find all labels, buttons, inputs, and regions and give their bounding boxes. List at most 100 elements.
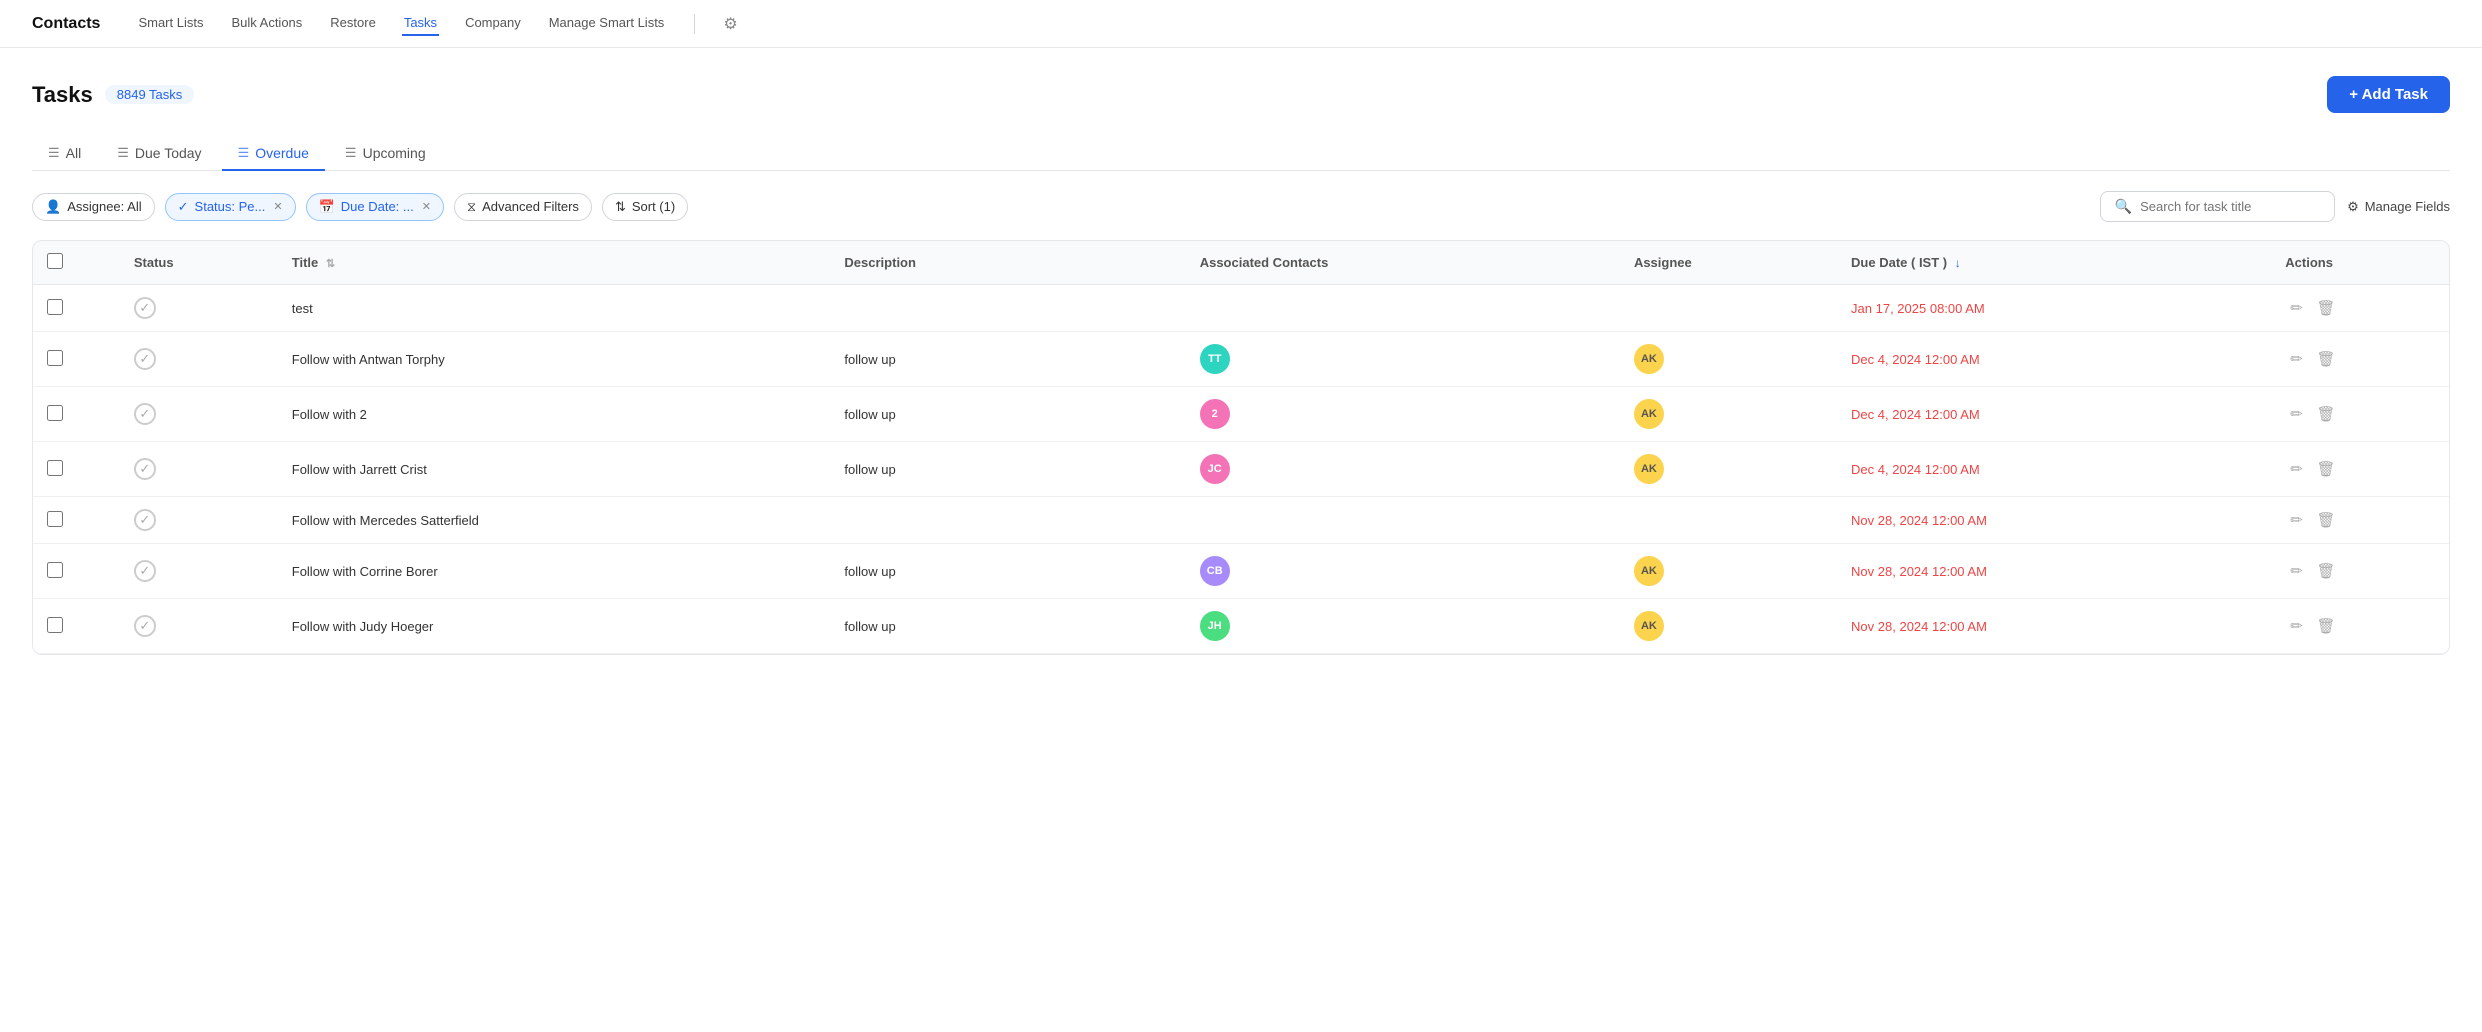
row-status-cell: ✓ (120, 442, 278, 497)
row-description: follow up (844, 407, 895, 422)
row-checkbox-cell (33, 599, 120, 654)
row-due-date-cell: Jan 17, 2025 08:00 AM (1837, 285, 2271, 332)
row-contacts-cell: CB (1186, 544, 1620, 599)
col-due-date[interactable]: Due Date ( IST ) ↓ (1837, 241, 2271, 285)
row-checkbox[interactable] (47, 511, 63, 527)
status-check-icon: ✓ (178, 199, 189, 215)
nav-company[interactable]: Company (463, 11, 523, 36)
status-circle[interactable]: ✓ (134, 509, 156, 531)
filters-row: 👤 Assignee: All ✓ Status: Pe... ✕ 📅 Due … (32, 191, 2450, 222)
col-title[interactable]: Title ⇅ (278, 241, 831, 285)
row-checkbox-cell (33, 387, 120, 442)
status-circle[interactable]: ✓ (134, 403, 156, 425)
row-description: follow up (844, 352, 895, 367)
delete-icon[interactable]: 🗑 (2311, 298, 2340, 319)
row-title-cell: Follow with Jarrett Crist (278, 442, 831, 497)
settings-icon[interactable]: ⚙ (723, 14, 737, 34)
row-checkbox[interactable] (47, 460, 63, 476)
select-all-checkbox[interactable] (47, 253, 63, 269)
row-title-cell: test (278, 285, 831, 332)
status-filter-label: Status: Pe... (195, 199, 266, 214)
row-description-cell: follow up (830, 332, 1185, 387)
status-filter[interactable]: ✓ Status: Pe... ✕ (165, 193, 296, 221)
row-checkbox[interactable] (47, 405, 63, 421)
row-assignee-cell (1620, 497, 1837, 544)
contact-avatar: TT (1200, 344, 1230, 374)
status-circle[interactable]: ✓ (134, 615, 156, 637)
col-status: Status (120, 241, 278, 285)
tabs-row: ☰ All ☰ Due Today ☰ Overdue ☰ Upcoming (32, 137, 2450, 171)
search-input[interactable] (2140, 199, 2320, 214)
delete-icon[interactable]: 🗑 (2311, 561, 2340, 582)
row-due-date-cell: Nov 28, 2024 12:00 AM (1837, 599, 2271, 654)
edit-icon[interactable]: ✏ (2285, 404, 2308, 425)
row-checkbox-cell (33, 332, 120, 387)
due-date-filter-close[interactable]: ✕ (422, 200, 431, 213)
row-assignee-cell (1620, 285, 1837, 332)
row-contacts-cell (1186, 285, 1620, 332)
row-checkbox[interactable] (47, 299, 63, 315)
assignee-filter[interactable]: 👤 Assignee: All (32, 193, 155, 221)
manage-fields-button[interactable]: ⚙ Manage Fields (2347, 199, 2450, 215)
row-due-date: Nov 28, 2024 12:00 AM (1851, 513, 1987, 528)
col-checkbox (33, 241, 120, 285)
edit-icon[interactable]: ✏ (2285, 298, 2308, 319)
row-due-date: Nov 28, 2024 12:00 AM (1851, 619, 1987, 634)
due-date-filter[interactable]: 📅 Due Date: ... ✕ (306, 193, 444, 221)
advanced-filters-button[interactable]: ⧖ Advanced Filters (454, 193, 592, 221)
row-checkbox[interactable] (47, 350, 63, 366)
tab-upcoming[interactable]: ☰ Upcoming (329, 137, 442, 171)
col-actions: Actions (2271, 241, 2449, 285)
edit-icon[interactable]: ✏ (2285, 616, 2308, 637)
tab-overdue[interactable]: ☰ Overdue (222, 137, 325, 171)
delete-icon[interactable]: 🗑 (2311, 616, 2340, 637)
row-due-date: Jan 17, 2025 08:00 AM (1851, 301, 1985, 316)
status-circle[interactable]: ✓ (134, 560, 156, 582)
due-date-filter-label: Due Date: ... (341, 199, 414, 214)
table-row: ✓Follow with Mercedes SatterfieldNov 28,… (33, 497, 2449, 544)
nav-manage-smart-lists[interactable]: Manage Smart Lists (547, 11, 667, 36)
tab-due-today[interactable]: ☰ Due Today (101, 137, 217, 171)
row-title-cell: Follow with Corrine Borer (278, 544, 831, 599)
nav-tasks[interactable]: Tasks (402, 11, 439, 36)
tab-all-icon: ☰ (48, 145, 60, 161)
row-checkbox[interactable] (47, 617, 63, 633)
status-filter-close[interactable]: ✕ (273, 200, 282, 213)
contact-avatar: 2 (1200, 399, 1230, 429)
status-circle[interactable]: ✓ (134, 348, 156, 370)
calendar-icon: 📅 (319, 199, 335, 215)
row-status-cell: ✓ (120, 497, 278, 544)
status-circle[interactable]: ✓ (134, 297, 156, 319)
delete-icon[interactable]: 🗑 (2311, 349, 2340, 370)
col-associated-contacts: Associated Contacts (1186, 241, 1620, 285)
filter-icon: ⧖ (467, 199, 476, 215)
delete-icon[interactable]: 🗑 (2311, 510, 2340, 531)
row-due-date-cell: Dec 4, 2024 12:00 AM (1837, 387, 2271, 442)
delete-icon[interactable]: 🗑 (2311, 404, 2340, 425)
row-description: follow up (844, 564, 895, 579)
tab-overdue-icon: ☰ (238, 145, 250, 161)
row-contacts-cell: TT (1186, 332, 1620, 387)
edit-icon[interactable]: ✏ (2285, 561, 2308, 582)
row-assignee-cell: AK (1620, 332, 1837, 387)
row-actions-cell: ✏ 🗑 (2271, 442, 2449, 497)
search-box: 🔍 (2100, 191, 2335, 222)
nav-restore[interactable]: Restore (328, 11, 378, 36)
sort-button[interactable]: ⇅ Sort (1) (602, 193, 688, 221)
edit-icon[interactable]: ✏ (2285, 510, 2308, 531)
row-checkbox[interactable] (47, 562, 63, 578)
edit-icon[interactable]: ✏ (2285, 459, 2308, 480)
nav-bulk-actions[interactable]: Bulk Actions (229, 11, 304, 36)
add-task-button[interactable]: + Add Task (2327, 76, 2450, 113)
tab-all[interactable]: ☰ All (32, 137, 97, 171)
row-due-date-cell: Dec 4, 2024 12:00 AM (1837, 442, 2271, 497)
row-description-cell: follow up (830, 387, 1185, 442)
edit-icon[interactable]: ✏ (2285, 349, 2308, 370)
page-header-left: Tasks 8849 Tasks (32, 82, 194, 108)
nav-smart-lists[interactable]: Smart Lists (136, 11, 205, 36)
tab-all-label: All (66, 145, 82, 161)
status-circle[interactable]: ✓ (134, 458, 156, 480)
assignee-avatar: AK (1634, 611, 1664, 641)
table-row: ✓Follow with Judy Hoegerfollow upJHAKNov… (33, 599, 2449, 654)
delete-icon[interactable]: 🗑 (2311, 459, 2340, 480)
